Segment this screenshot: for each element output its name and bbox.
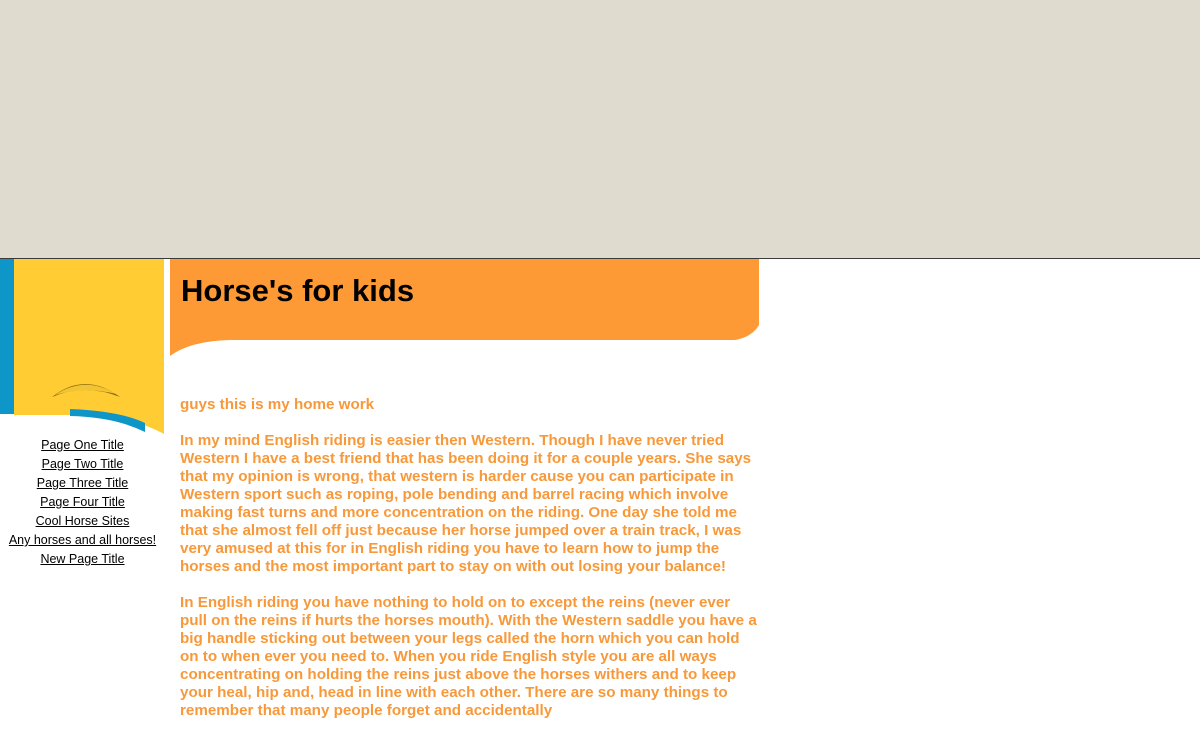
top-banner [0,0,1200,259]
nav-link-any-horses[interactable]: Any horses and all horses! [0,531,165,550]
nav-link-page-three[interactable]: Page Three Title [0,474,165,493]
page-title: Horse's for kids [181,273,415,308]
nav-link-page-four[interactable]: Page Four Title [0,493,165,512]
sidebar-decoration [0,259,164,434]
sidebar-nav: Page One Title Page Two Title Page Three… [0,436,165,569]
nav-link-cool-horse-sites[interactable]: Cool Horse Sites [0,512,165,531]
nav-link-page-one[interactable]: Page One Title [0,436,165,455]
sidebar: Page One Title Page Two Title Page Three… [0,259,165,740]
nav-link-page-two[interactable]: Page Two Title [0,455,165,474]
main-content: guys this is my home work In my mind Eng… [180,396,760,738]
nav-link-new-page[interactable]: New Page Title [0,550,165,569]
paragraph-2: In English riding you have nothing to ho… [180,594,757,719]
paragraph-1: In my mind English riding is easier then… [180,432,752,575]
intro-text: guys this is my home work [180,396,375,413]
page-header: Horse's for kids [170,259,759,359]
